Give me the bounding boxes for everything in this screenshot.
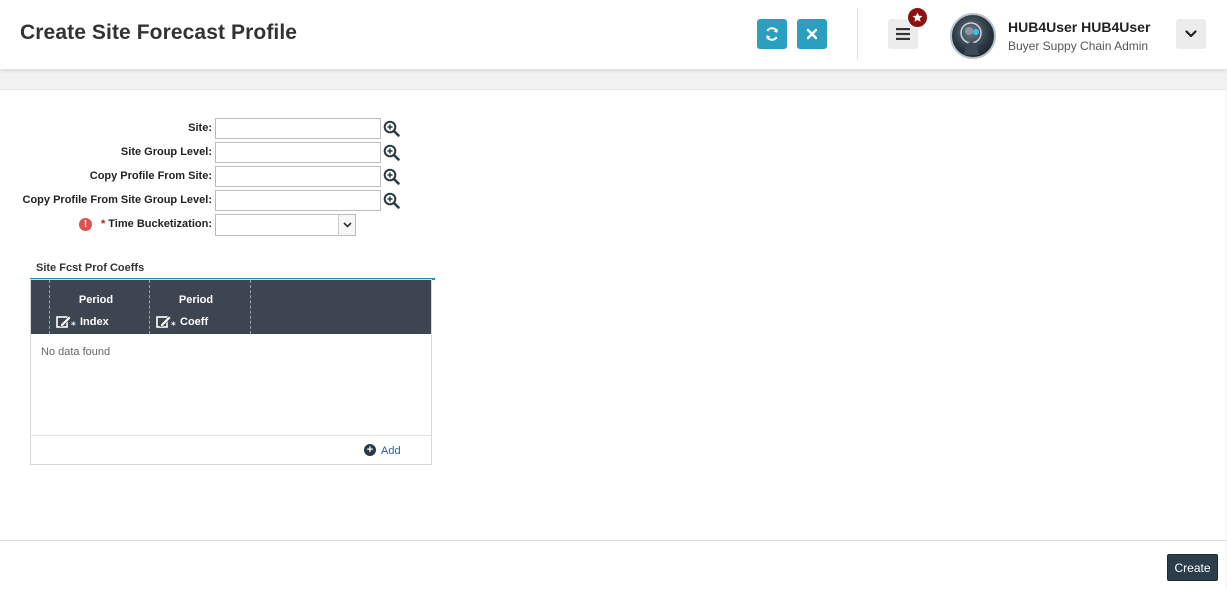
form-panel: Site: Site Group Level: Copy Profile Fro… [0, 89, 1226, 540]
refresh-button[interactable] [757, 19, 787, 49]
chevron-down-icon [1185, 30, 1197, 38]
column-divider [250, 280, 251, 334]
time-bucket-row: ! * Time Bucketization: [0, 214, 420, 236]
page-title: Create Site Forecast Profile [20, 21, 298, 44]
page-footer: Create [0, 540, 1226, 589]
site-group-label: Site Group Level: [120, 146, 212, 158]
page-header: Create Site Forecast Profile HUB4User HU… [0, 0, 1227, 69]
site-group-input[interactable] [215, 142, 381, 163]
column-header-top: Period [78, 294, 114, 306]
copy-site-input[interactable] [215, 166, 381, 187]
select-arrow[interactable] [338, 215, 355, 235]
grid-header: Period * Index Period * Coeff [31, 280, 431, 334]
star-icon [912, 12, 923, 22]
copy-site-row: Copy Profile From Site: [0, 166, 420, 188]
close-button[interactable] [797, 19, 827, 49]
time-bucket-select[interactable] [215, 214, 356, 236]
chevron-down-icon [342, 222, 352, 228]
edit-required-icon: * [156, 315, 176, 329]
close-icon [806, 28, 818, 40]
required-marker: * [100, 218, 106, 230]
plus-circle-icon: + [364, 444, 376, 456]
svg-text:*: * [71, 321, 76, 329]
column-header-bottom: * Coeff [156, 315, 208, 329]
add-row-button[interactable]: + Add [364, 443, 401, 457]
zoom-in-icon[interactable] [383, 168, 400, 185]
column-header-top: Period [178, 294, 214, 306]
copy-site-group-row: Copy Profile From Site Group Level: [0, 190, 420, 212]
copy-site-group-input[interactable] [215, 190, 381, 211]
copy-site-group-label: Copy Profile From Site Group Level: [22, 194, 212, 206]
zoom-in-icon[interactable] [383, 144, 400, 161]
column-header-bottom-text: Index [80, 316, 109, 328]
svg-text:*: * [171, 321, 176, 329]
coeffs-grid: Period * Index Period * Coeff No data fo… [30, 279, 432, 465]
column-divider [149, 280, 150, 334]
user-name: HUB4User HUB4User [1008, 19, 1151, 35]
column-divider [49, 280, 50, 334]
favorites-badge[interactable] [907, 7, 928, 28]
user-role: Buyer Suppy Chain Admin [1008, 39, 1149, 53]
hamburger-menu-icon [896, 28, 910, 40]
create-button[interactable]: Create [1167, 554, 1218, 581]
time-bucket-label: * Time Bucketization: [101, 218, 212, 230]
add-row-label: Add [381, 445, 401, 457]
copy-site-label: Copy Profile From Site: [89, 170, 212, 182]
refresh-icon [766, 27, 778, 41]
grid-footer-divider [31, 435, 431, 436]
edit-required-icon: * [56, 315, 76, 329]
zoom-in-icon[interactable] [383, 120, 400, 137]
column-header-bottom-text: Coeff [180, 316, 209, 328]
column-header-bottom: * Index [56, 315, 109, 329]
error-icon: ! [79, 218, 92, 231]
grid-title: Site Fcst Prof Coeffs [36, 262, 145, 274]
header-divider [857, 8, 858, 60]
site-group-row: Site Group Level: [0, 142, 420, 164]
avatar-image [960, 22, 982, 55]
time-bucket-label-text: Time Bucketization: [108, 218, 212, 230]
site-input[interactable] [215, 118, 381, 139]
zoom-in-icon[interactable] [383, 192, 400, 209]
site-row: Site: [0, 118, 420, 140]
user-menu-toggle[interactable] [1176, 19, 1206, 49]
site-label: Site: [188, 122, 212, 134]
avatar[interactable] [950, 13, 996, 59]
empty-message: No data found [41, 346, 111, 358]
